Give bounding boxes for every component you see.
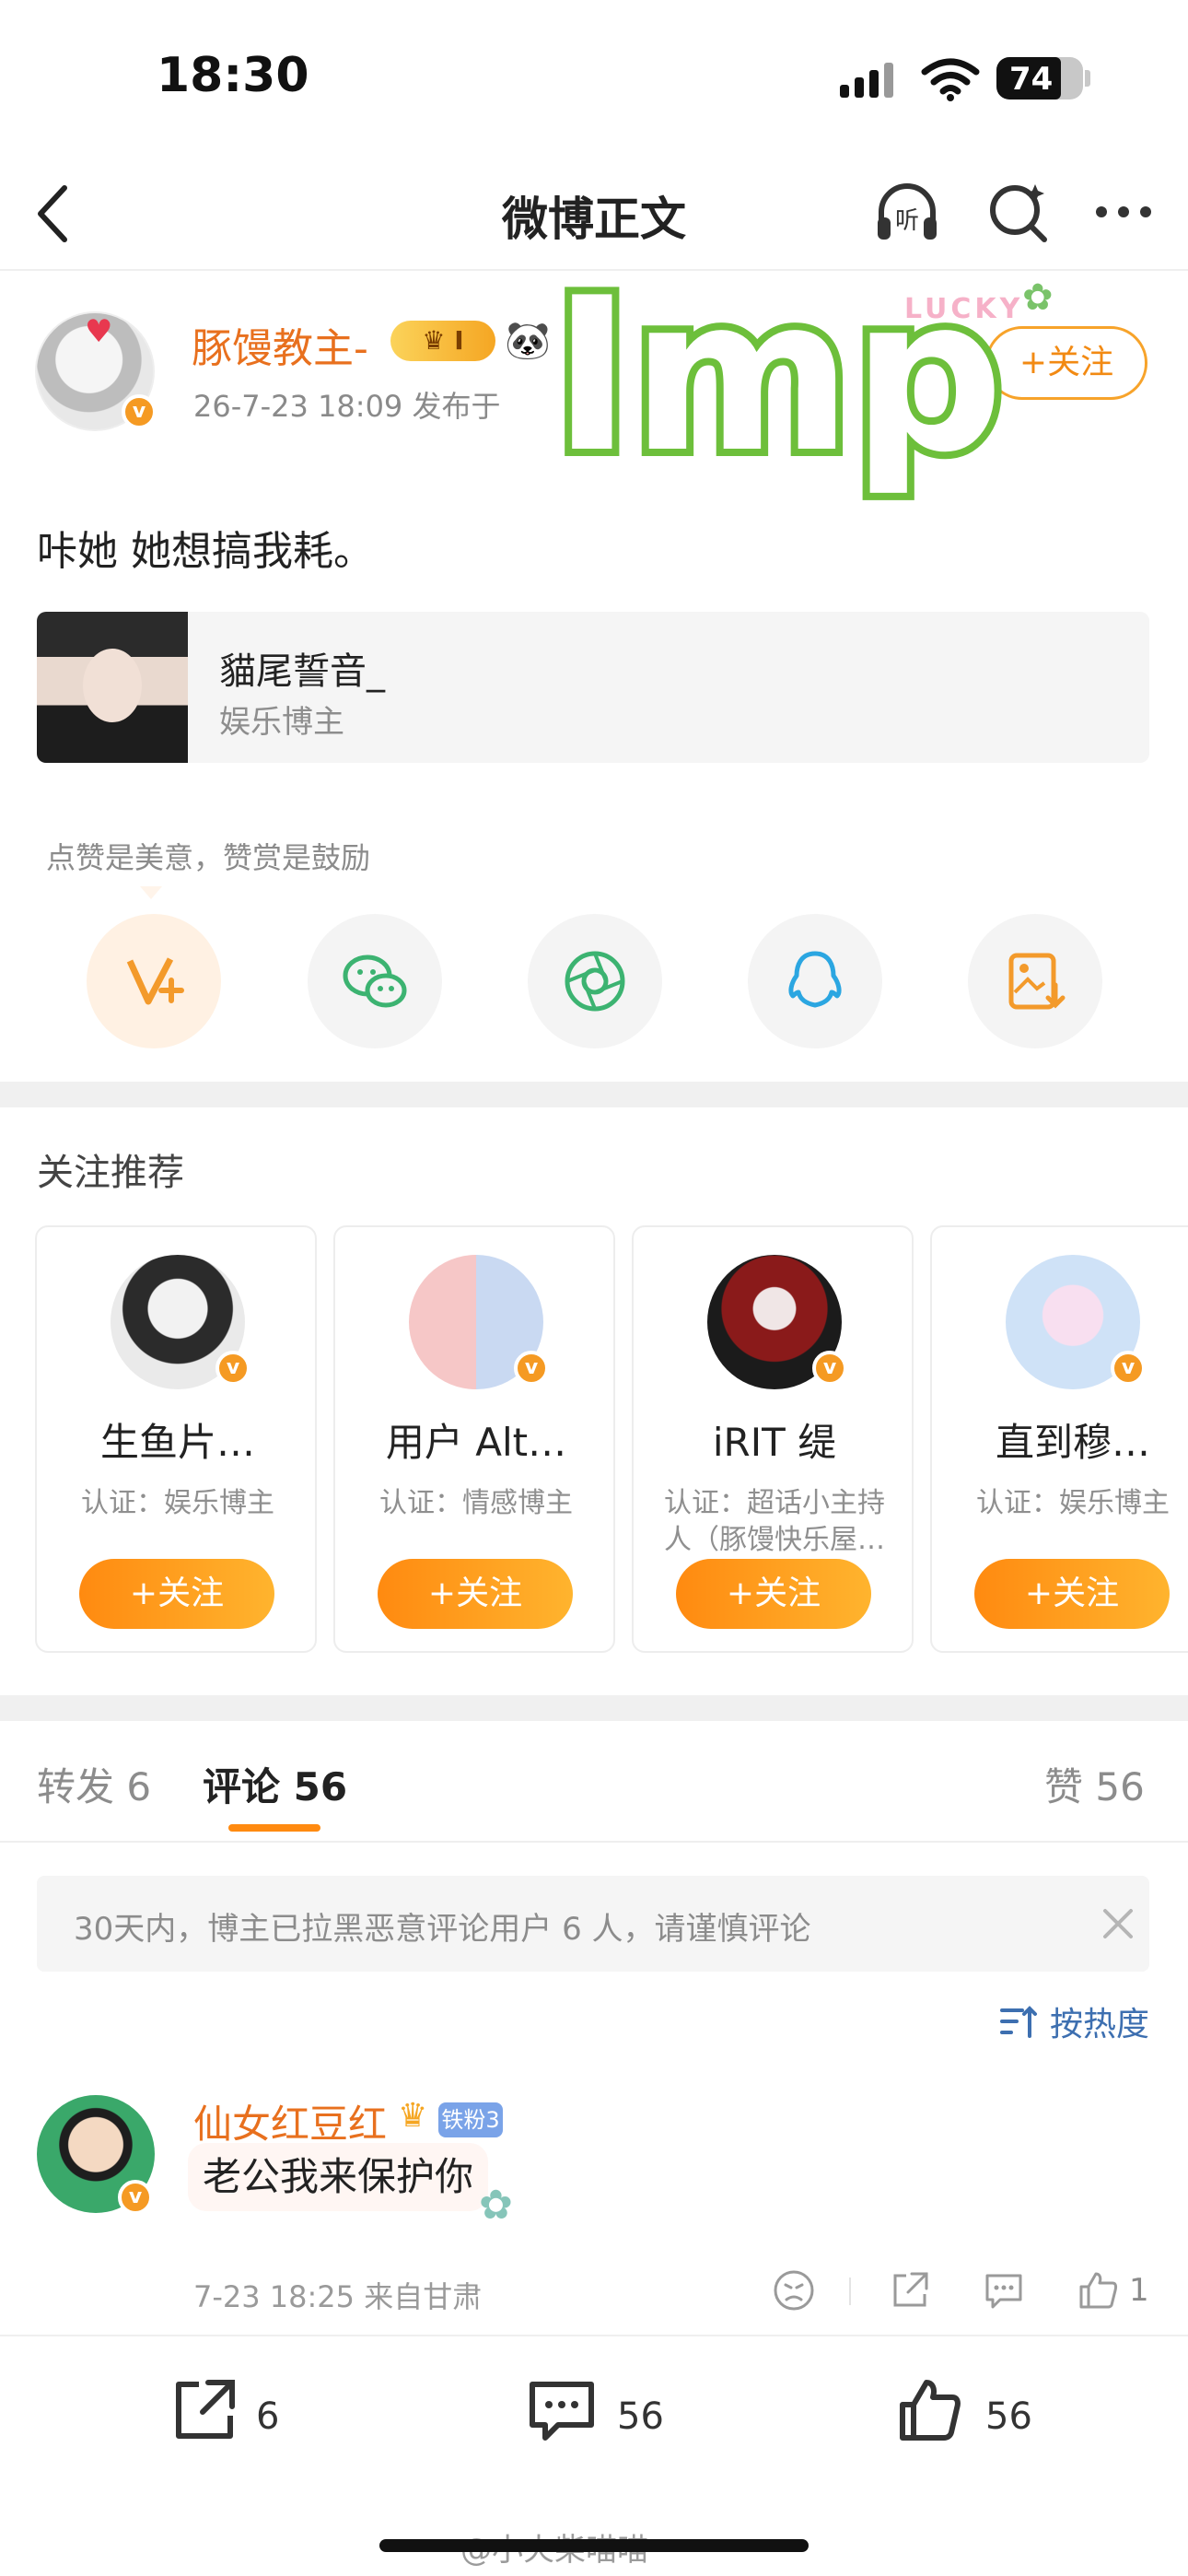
comment-item: v 仙女红豆红 ♛ 铁粉3 老公我来保护你 ✿ 7-23 18:25 来自甘肃 … bbox=[0, 2082, 1188, 2340]
mentioned-user-photo bbox=[37, 612, 188, 763]
recommend-cert: 认证：情感博主 bbox=[379, 1487, 573, 1519]
close-icon[interactable] bbox=[1096, 1902, 1140, 1946]
notice-text: 30天内，博主已拉黑恶意评论用户 6 人，请谨慎评论 bbox=[74, 1911, 811, 1948]
like-button[interactable]: 56 bbox=[893, 2373, 1077, 2456]
qq-penguin-icon bbox=[788, 951, 842, 1008]
moments-aperture-icon bbox=[565, 951, 625, 1012]
bunny-sticker-icon: ✿ bbox=[479, 2182, 513, 2229]
section-divider bbox=[0, 1695, 1188, 1721]
share-row bbox=[0, 914, 1188, 1048]
reward-v-icon bbox=[126, 957, 184, 1005]
verified-badge-icon: v bbox=[514, 1351, 549, 1386]
repost-icon bbox=[176, 2380, 235, 2439]
share-moments-button[interactable] bbox=[528, 914, 662, 1048]
member-crown-badge: ♛ I bbox=[390, 321, 495, 361]
interaction-tabs: 转发 6 评论 56 赞 56 bbox=[0, 1723, 1188, 1843]
recommend-follow-button[interactable]: +关注 bbox=[974, 1559, 1170, 1629]
recommend-card[interactable]: v 生鱼片… 认证：娱乐博主 +关注 bbox=[35, 1225, 317, 1653]
fan-crown-icon: ♛ bbox=[398, 2097, 428, 2135]
recommend-card[interactable]: v 用户 Alt… 认证：情感博主 +关注 bbox=[333, 1225, 615, 1653]
commenter-name[interactable]: 仙女红豆红 bbox=[193, 2093, 387, 2149]
listen-label: 听 bbox=[895, 207, 919, 235]
post-meta: 26-7-23 18:09 发布于 bbox=[193, 389, 501, 424]
wifi-icon bbox=[921, 58, 980, 101]
recommend-card[interactable]: v iRIT 缇 认证：超话小主持人（豚馒快乐屋… +关注 bbox=[632, 1225, 914, 1653]
recommend-name: iRIT 缇 bbox=[712, 1420, 837, 1465]
like-count: 56 bbox=[985, 2395, 1032, 2438]
home-indicator bbox=[379, 2539, 809, 2552]
verified-badge-icon: v bbox=[122, 394, 157, 429]
repost-comment-icon[interactable] bbox=[886, 2266, 934, 2314]
status-bar: 18:30 74 bbox=[0, 0, 1188, 157]
fan-level-badge: 铁粉3 bbox=[438, 2102, 503, 2137]
recommend-carousel[interactable]: v 生鱼片… 认证：娱乐博主 +关注 v 用户 Alt… 认证：情感博主 +关注… bbox=[35, 1225, 1188, 1655]
repost-button[interactable]: 6 bbox=[168, 2373, 352, 2456]
comment-like-count: 1 bbox=[1129, 2272, 1149, 2309]
mentioned-user-card[interactable]: 貓尾誓音_ 娱乐博主 bbox=[37, 612, 1149, 763]
save-image-icon bbox=[1008, 953, 1066, 1010]
recommend-title: 关注推荐 bbox=[37, 1152, 184, 1194]
pig-decoration-icon: ✿ bbox=[1022, 276, 1054, 319]
wechat-icon bbox=[343, 954, 407, 1008]
recommend-name: 生鱼片… bbox=[99, 1420, 255, 1465]
reward-tip-arrow bbox=[140, 886, 162, 899]
post-text: 咔她 她想搞我耗。 bbox=[37, 528, 374, 575]
recommend-card[interactable]: v 直到穆… 认证：娱乐博主 +关注 bbox=[930, 1225, 1188, 1653]
comment-text: 老公我来保护你 bbox=[203, 2154, 474, 2199]
comment-count: 56 bbox=[617, 2395, 664, 2438]
crown-badge-level: I bbox=[454, 325, 464, 356]
thumbs-up-icon bbox=[900, 2380, 961, 2441]
like-comment-icon[interactable] bbox=[1074, 2266, 1122, 2314]
status-time: 18:30 bbox=[157, 48, 309, 103]
comment-icon bbox=[530, 2382, 594, 2441]
sort-icon bbox=[1000, 2006, 1037, 2038]
reward-tip: 点赞是美意，赞赏是鼓励 bbox=[46, 840, 371, 875]
verified-badge-icon: v bbox=[215, 1351, 250, 1386]
share-qq-button[interactable] bbox=[748, 914, 882, 1048]
mentioned-user-desc: 娱乐博主 bbox=[219, 704, 344, 741]
cellular-signal-icon bbox=[840, 63, 893, 98]
recommend-cert: 认证：娱乐博主 bbox=[976, 1487, 1170, 1519]
dislike-face-icon[interactable] bbox=[770, 2266, 818, 2314]
verified-badge-icon: v bbox=[118, 2180, 153, 2215]
author-name[interactable]: 豚馒教主- bbox=[192, 315, 368, 374]
reply-comment-icon[interactable] bbox=[980, 2266, 1028, 2314]
watermark-text: Imp bbox=[553, 253, 1004, 499]
save-image-button[interactable] bbox=[968, 914, 1102, 1048]
imp-watermark: Imp bbox=[545, 251, 1011, 507]
listen-headphones-icon[interactable]: 听 bbox=[870, 175, 944, 249]
repost-count: 6 bbox=[256, 2395, 280, 2438]
active-tab-indicator bbox=[228, 1824, 320, 1832]
recommend-follow-button[interactable]: +关注 bbox=[378, 1559, 573, 1629]
section-divider bbox=[0, 1082, 1188, 1107]
recommend-follow-button[interactable]: +关注 bbox=[676, 1559, 871, 1629]
share-wechat-button[interactable] bbox=[308, 914, 442, 1048]
verified-badge-icon: v bbox=[1111, 1351, 1146, 1386]
recommend-name: 直到穆… bbox=[995, 1420, 1150, 1465]
comment-meta: 7-23 18:25 来自甘肃 bbox=[193, 2279, 483, 2314]
recommend-cert: 认证：超话小主持人（豚馒快乐屋… bbox=[664, 1487, 885, 1556]
heart-decoration-icon: ♥ bbox=[85, 313, 113, 350]
recommend-name: 用户 Alt… bbox=[385, 1420, 567, 1465]
recommend-follow-button[interactable]: +关注 bbox=[79, 1559, 274, 1629]
verified-badge-icon: v bbox=[812, 1351, 847, 1386]
recommend-cert: 认证：娱乐博主 bbox=[81, 1487, 274, 1519]
tab-repost[interactable]: 转发 6 bbox=[37, 1756, 151, 1812]
sort-label: 按热度 bbox=[1050, 2006, 1150, 2043]
comment-actions: 1 bbox=[770, 2266, 1175, 2318]
battery-level: 74 bbox=[1009, 61, 1054, 98]
battery-icon: 74 bbox=[996, 57, 1083, 100]
reward-button[interactable] bbox=[87, 914, 221, 1048]
action-separator bbox=[849, 2277, 851, 2305]
sort-by-hot-button[interactable]: 按热度 bbox=[998, 1997, 1155, 2043]
tab-comment[interactable]: 评论 56 bbox=[203, 1756, 347, 1812]
tab-like[interactable]: 赞 56 bbox=[1044, 1756, 1145, 1812]
comment-bubble: 老公我来保护你 bbox=[188, 2143, 489, 2211]
comment-button[interactable]: 56 bbox=[525, 2373, 709, 2456]
mentioned-user-name: 貓尾誓音_ bbox=[219, 650, 385, 693]
more-options-icon[interactable] bbox=[1087, 175, 1160, 249]
comment-notice: 30天内，博主已拉黑恶意评论用户 6 人，请谨慎评论 bbox=[37, 1876, 1149, 1972]
search-icon[interactable] bbox=[982, 175, 1055, 249]
